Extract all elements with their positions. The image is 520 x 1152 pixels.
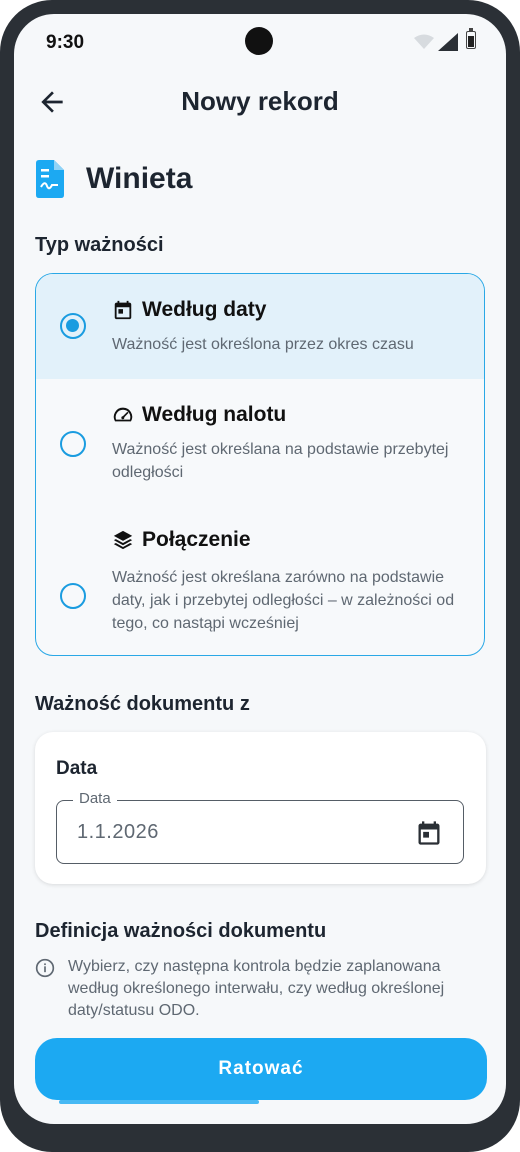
calendar-picker-icon[interactable] — [415, 819, 443, 847]
battery-icon — [466, 28, 476, 49]
option-by-date-title: Według daty — [142, 298, 267, 321]
save-button[interactable]: Ratować — [35, 1038, 487, 1100]
speedometer-icon — [113, 407, 133, 422]
date-field-value[interactable]: 1.1.2026 — [77, 821, 159, 844]
date-field[interactable]: Data 1.1.2026 — [56, 790, 464, 864]
radio-by-distance[interactable] — [60, 431, 86, 457]
option-by-date[interactable]: Według daty Ważność jest określona przez… — [36, 274, 484, 379]
document-icon — [36, 160, 64, 198]
date-card: Data Data 1.1.2026 — [35, 732, 486, 884]
status-time: 9:30 — [46, 32, 85, 53]
option-by-distance-title: Według nalotu — [142, 403, 287, 426]
scroll-content-peek — [59, 1100, 259, 1104]
validity-type-options: Według daty Ważność jest określona przez… — [35, 273, 485, 656]
app-bar: Nowy rekord — [14, 74, 506, 130]
document-name: Winieta — [86, 162, 193, 195]
calendar-icon — [114, 300, 132, 320]
option-by-date-description: Ważność jest określona przez okres czasu — [112, 336, 414, 353]
option-combined[interactable]: Połączenie Ważność jest określana zarówn… — [36, 504, 484, 654]
definition-label: Definicja ważności dokumentu — [35, 920, 327, 942]
option-combined-description: Ważność jest określana zarówno na podsta… — [112, 569, 455, 632]
layers-icon — [113, 530, 133, 550]
option-by-date-title-row: Według daty — [112, 298, 266, 322]
option-by-distance[interactable]: Według nalotu Ważność jest określana na … — [36, 379, 484, 504]
option-by-distance-description: Ważność jest określana na podstawie prze… — [112, 441, 449, 481]
option-combined-title: Połączenie — [142, 528, 251, 551]
radio-by-date[interactable] — [60, 313, 86, 339]
front-camera — [245, 27, 273, 55]
definition-info-text: Wybierz, czy następna kontrola będzie za… — [68, 958, 445, 1019]
info-icon — [35, 958, 55, 978]
date-card-label: Data — [56, 758, 98, 779]
validity-from-label: Ważność dokumentu z — [35, 693, 250, 715]
validity-type-label: Typ ważności — [35, 234, 164, 256]
signal-icon — [438, 33, 458, 51]
option-combined-title-row: Połączenie — [112, 528, 251, 552]
screen: 9:30 Nowy rekord Winieta Typ ważności We… — [14, 14, 506, 1124]
date-field-label: Data — [73, 790, 117, 807]
document-header: Winieta — [36, 160, 476, 204]
option-by-distance-title-row: Według nalotu — [112, 403, 286, 427]
wifi-icon — [414, 34, 434, 49]
radio-combined[interactable] — [60, 583, 86, 609]
device-frame: 9:30 Nowy rekord Winieta Typ ważności We… — [0, 0, 520, 1152]
page-title: Nowy rekord — [181, 86, 339, 116]
status-bar: 9:30 — [14, 14, 506, 70]
